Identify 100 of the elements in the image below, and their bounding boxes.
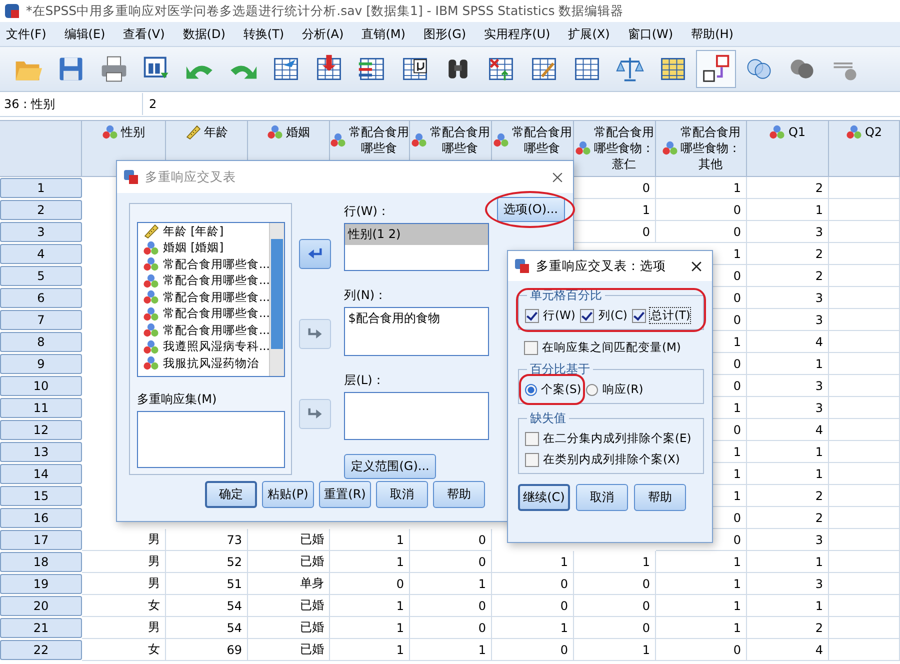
layers-list[interactable] [344, 392, 489, 440]
row-number[interactable]: 19 [0, 574, 82, 594]
column-header[interactable]: 常配合食用哪些食物：薏仁 [574, 121, 656, 177]
row-number[interactable]: 21 [0, 618, 82, 638]
table-cell: 4 [747, 419, 829, 441]
row-number[interactable]: 8 [0, 332, 82, 352]
row-number[interactable]: 22 [0, 640, 82, 660]
options-button[interactable]: 选项(O)... [496, 197, 565, 222]
list-item[interactable]: 性别(1 2) [345, 224, 488, 245]
table-cell: 1 [656, 573, 747, 595]
column-label: 常配合食用哪些食 [512, 124, 572, 156]
row-number[interactable]: 10 [0, 376, 82, 396]
checkbox[interactable] [524, 340, 538, 354]
ruler-icon [185, 124, 201, 140]
dialog-button[interactable]: 帮助 [433, 481, 485, 508]
cell-value-field[interactable]: 2 [143, 93, 900, 115]
menu-item[interactable]: 扩展(X) [562, 26, 616, 42]
table-cell [829, 331, 900, 353]
column-header[interactable]: Q1 [747, 121, 829, 177]
column-header[interactable]: 常配合食用哪些食物：其他 [656, 121, 747, 177]
printer-icon [99, 54, 129, 84]
radio-label: 响应(R) [602, 382, 644, 397]
table-cell [829, 375, 900, 397]
row-number[interactable]: 9 [0, 354, 82, 374]
menu-item[interactable]: 转换(T) [237, 26, 290, 42]
table-cell: 3 [747, 287, 829, 309]
row-number[interactable]: 11 [0, 398, 82, 418]
table-cell: 0 [410, 617, 492, 639]
menu-item[interactable]: 窗口(W) [622, 26, 680, 42]
checkbox[interactable] [525, 452, 539, 466]
dialog-button[interactable]: 粘贴(P) [262, 481, 314, 508]
table-cell: 0 [656, 639, 747, 661]
row-number[interactable]: 7 [0, 310, 82, 330]
row-number[interactable]: 17 [0, 530, 82, 550]
table-cell: 0 [574, 595, 656, 617]
list-item[interactable]: 常配合食用哪些食... [163, 306, 269, 322]
list-item[interactable]: 常配合食用哪些食... [163, 322, 269, 338]
list-item[interactable]: 常配合食用哪些食... [163, 273, 269, 288]
scrollbar[interactable] [269, 223, 284, 376]
menu-item[interactable]: 编辑(E) [58, 26, 112, 42]
list-item[interactable]: 年龄 [年龄] [163, 224, 224, 239]
menu-item[interactable]: 分析(A) [296, 26, 350, 42]
column-label: 常配合食用哪些食物：薏仁 [594, 124, 654, 172]
radio-button[interactable] [586, 384, 598, 396]
checkbox[interactable] [632, 308, 646, 322]
table-cell: 男 [82, 551, 166, 573]
menu-item[interactable]: 实用程序(U) [478, 26, 556, 42]
row-number[interactable]: 12 [0, 420, 82, 440]
row-number[interactable]: 6 [0, 288, 82, 308]
menu-item[interactable]: 图形(G) [417, 26, 472, 42]
checkbox[interactable] [525, 432, 539, 446]
dialog-button[interactable]: 确定 [205, 481, 257, 508]
menu-item[interactable]: 直销(M) [356, 26, 412, 42]
dialog-button[interactable]: 重置(R) [319, 481, 371, 508]
list-item[interactable]: 常配合食用哪些食... [163, 290, 269, 305]
dialog-button[interactable]: 继续(C) [518, 484, 570, 511]
row-number[interactable]: 13 [0, 442, 82, 462]
row-number[interactable]: 20 [0, 596, 82, 616]
menu-item[interactable]: 查看(V) [117, 26, 171, 42]
row-number[interactable]: 3 [0, 222, 82, 242]
define-range-button[interactable]: 定义范围(G)... [344, 454, 436, 479]
table-cell: 1 [656, 595, 747, 617]
menu-item[interactable]: 帮助(H) [685, 26, 740, 42]
radio-button[interactable] [525, 384, 537, 396]
row-number[interactable]: 4 [0, 244, 82, 264]
table-cell: 2 [747, 485, 829, 507]
dialog-button[interactable]: 取消 [576, 484, 628, 511]
table-cell [829, 463, 900, 485]
table-cell: 0 [330, 573, 410, 595]
toolbar-button[interactable] [696, 50, 736, 88]
columns-list[interactable]: $配合食用的食物 [344, 307, 489, 356]
row-number[interactable]: 1 [0, 178, 82, 198]
row-number[interactable]: 2 [0, 200, 82, 220]
move-button[interactable] [299, 239, 332, 269]
menu-item[interactable]: 文件(F) [0, 26, 52, 42]
row-number[interactable]: 18 [0, 552, 82, 572]
row-number[interactable]: 14 [0, 464, 82, 484]
menu-item[interactable]: 数据(D) [176, 26, 232, 42]
table-cell [829, 529, 900, 551]
column-header[interactable]: Q2 [829, 121, 900, 177]
list-item[interactable]: 常配合食用哪些食... [163, 256, 269, 272]
nominal-variable-icon [846, 124, 862, 140]
table-cell [829, 243, 900, 265]
row-number[interactable]: 16 [0, 508, 82, 528]
dialog-button[interactable]: 取消 [376, 481, 428, 508]
checkbox[interactable] [525, 308, 539, 322]
checkbox[interactable] [580, 308, 594, 322]
sets-list[interactable] [137, 410, 285, 468]
list-item[interactable]: 我服抗风湿药物治 [163, 356, 259, 371]
dialog-button[interactable]: 帮助 [634, 484, 686, 511]
list-item[interactable]: $配合食用的食物 [345, 308, 488, 330]
list-item[interactable]: 婚姻 [婚姻] [163, 240, 224, 256]
table-cell: 3 [747, 573, 829, 595]
table-cell: 54 [166, 595, 248, 617]
row-number[interactable]: 5 [0, 266, 82, 286]
variable-list[interactable]: 年龄 [年龄] 婚姻 [婚姻] 常配合食用哪些食... 常配合食用哪些食... 常配合食用哪些食... 常配合食用哪些食... 常配合食用哪些食... 我遵照风湿病专科... 我服抗风湿药物治 [137, 222, 285, 377]
table-icon [123, 169, 139, 185]
list-item[interactable]: 我遵照风湿病专科... [163, 339, 269, 354]
row-number[interactable]: 15 [0, 486, 82, 506]
rows-list[interactable]: 性别(1 2) [344, 223, 489, 272]
